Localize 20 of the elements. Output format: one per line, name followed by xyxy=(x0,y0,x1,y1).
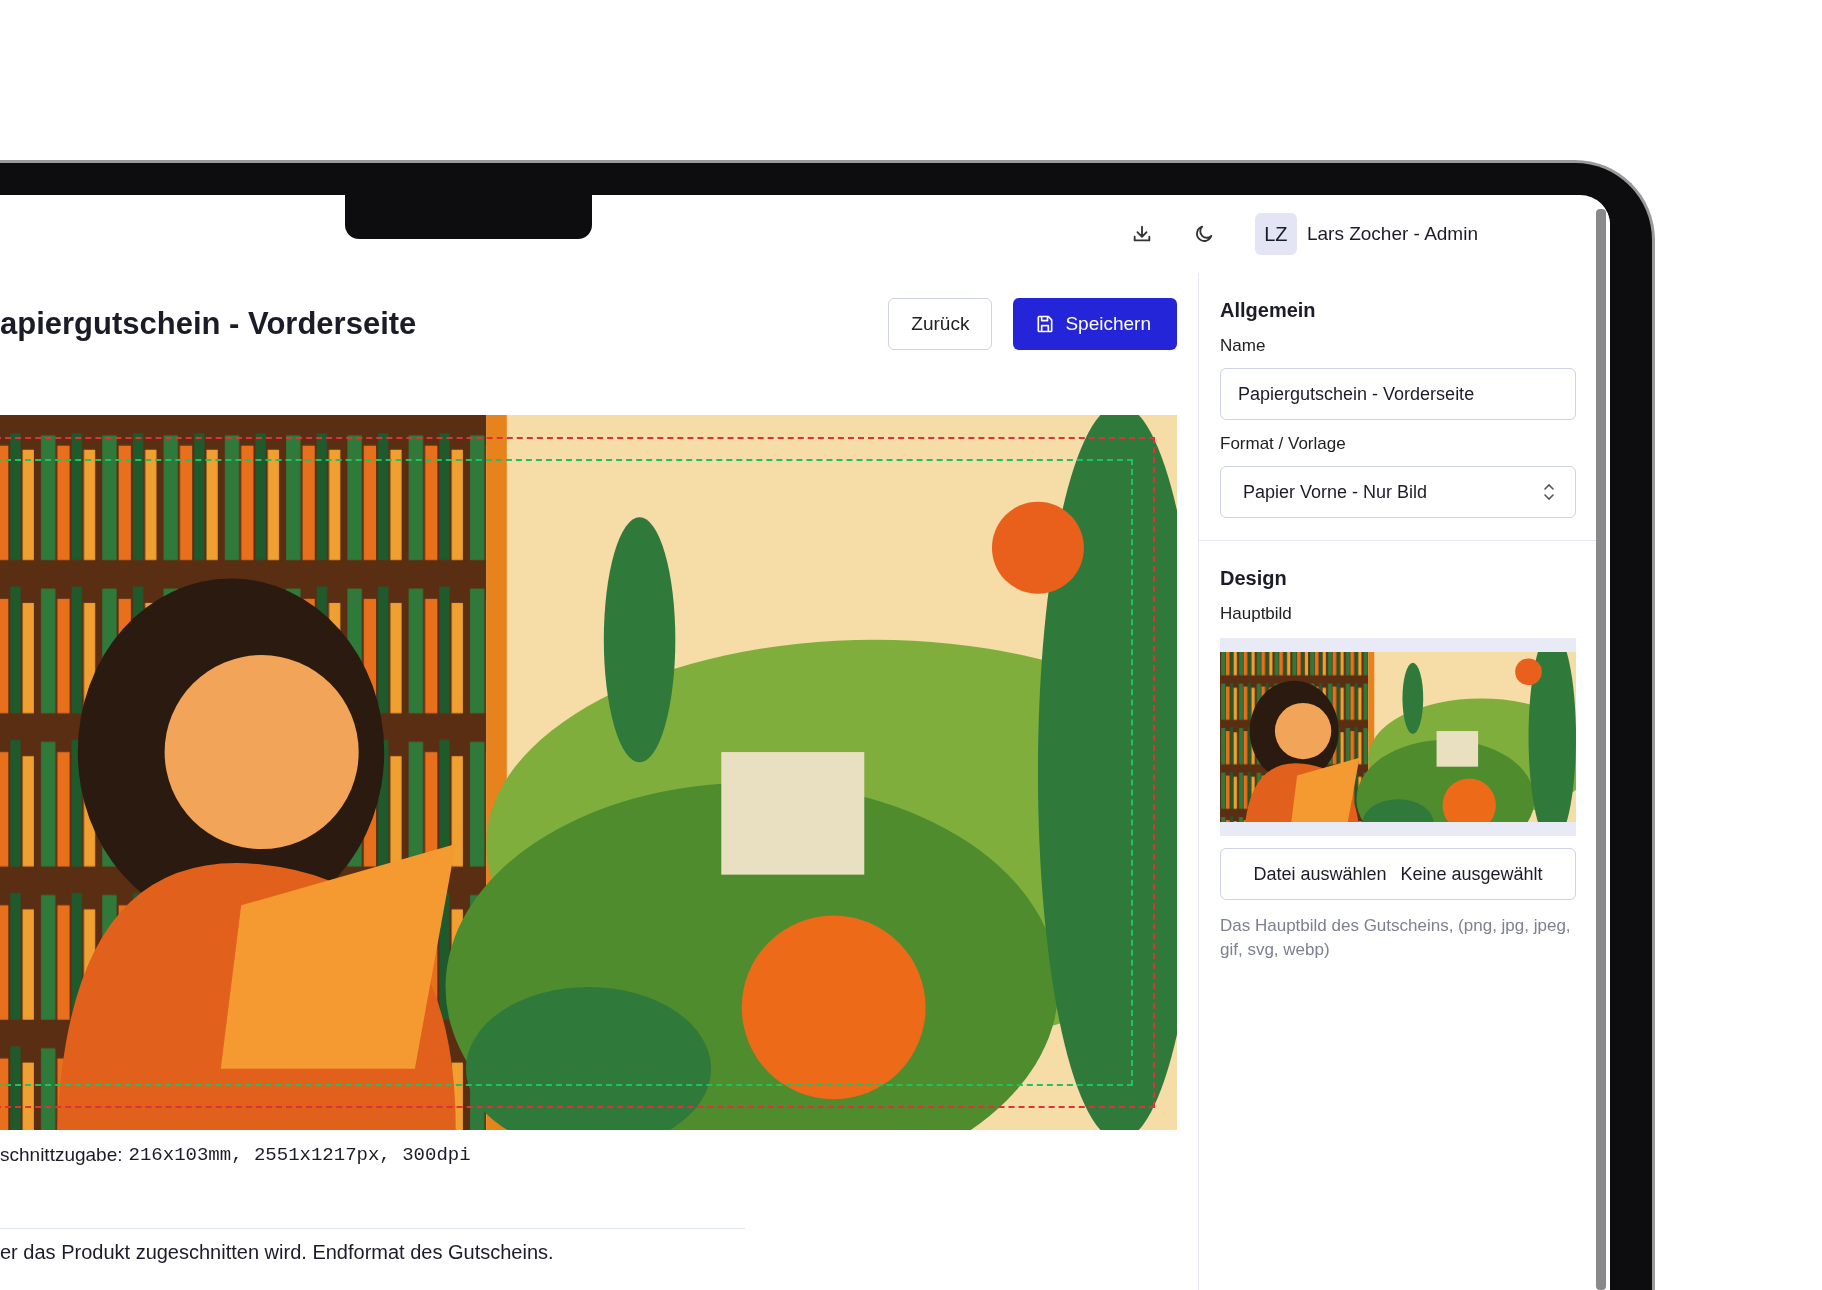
save-button[interactable]: Speichern xyxy=(1013,298,1177,350)
page-title: apiergutschein - Vorderseite xyxy=(0,306,417,342)
user-avatar[interactable]: LZ xyxy=(1254,213,1297,255)
format-select[interactable]: Papier Vorne - Nur Bild xyxy=(1220,466,1576,518)
section-title: Allgemein xyxy=(1220,299,1317,322)
field-label: Hauptbild xyxy=(1220,604,1293,624)
scrollbar[interactable] xyxy=(1596,209,1606,1290)
file-input[interactable]: Datei auswählen Keine ausgewählt xyxy=(1220,848,1576,900)
field-label: Format / Vorlage xyxy=(1220,434,1347,454)
help-text: Das Hauptbild des Gutscheins, (png, jpg, jpeg, gif, svg, webp) xyxy=(1220,915,1572,961)
back-button[interactable]: Zurück xyxy=(888,298,993,350)
name-field[interactable]: Papiergutschein - Vorderseite xyxy=(1220,368,1576,420)
section-title: Design xyxy=(1220,567,1288,590)
user-name: Lars Zocher - Admin xyxy=(1306,223,1478,245)
size-value: 216x103mm, 2551x1217px, 300dpi xyxy=(128,1144,471,1166)
chevron-icon xyxy=(1543,483,1555,501)
save-icon xyxy=(1035,314,1056,334)
format-note: er das Produkt zugeschnitten wird. Endformat des Gutscheins. xyxy=(0,1241,555,1264)
size-label: schnittzugabe: xyxy=(0,1144,123,1166)
field-label: Name xyxy=(1220,336,1267,356)
